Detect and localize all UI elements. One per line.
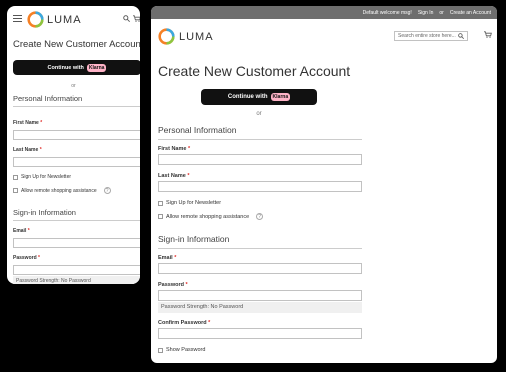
logo-text[interactable]: LUMA	[179, 31, 214, 43]
search-placeholder: Search entire store here...	[398, 33, 456, 39]
klarna-button[interactable]: Continue with Klarna	[201, 89, 317, 105]
password-field[interactable]	[158, 290, 362, 301]
confirm-password-field[interactable]	[158, 328, 362, 339]
klarna-badge: Klarna	[270, 93, 291, 101]
sign-in-link[interactable]: Sign In	[418, 10, 434, 16]
email-field[interactable]	[13, 238, 140, 248]
newsletter-checkbox-row[interactable]: Sign Up for Newsletter	[158, 200, 221, 206]
show-password-checkbox[interactable]	[158, 347, 163, 353]
klarna-button[interactable]: Continue with Klarna	[13, 60, 140, 75]
or-divider: or	[71, 83, 76, 89]
help-icon[interactable]: ?	[256, 213, 264, 220]
first-name-label: First Name *	[13, 120, 43, 126]
password-strength-meter: Password Strength: No Password	[158, 302, 362, 313]
luma-logo-icon[interactable]	[158, 28, 175, 45]
mobile-header: LUMA	[7, 6, 140, 32]
create-account-link[interactable]: Create an Account	[450, 10, 491, 16]
show-password-label: Show Password	[166, 347, 206, 353]
confirm-password-label: Confirm Password *	[158, 320, 211, 326]
newsletter-checkbox[interactable]	[158, 200, 163, 206]
or-divider: or	[256, 111, 262, 117]
email-field[interactable]	[158, 263, 362, 274]
signin-info-heading: Sign-in Information	[158, 234, 362, 249]
email-label: Email *	[158, 255, 177, 261]
remote-assist-label: Allow remote shopping assistance	[166, 213, 250, 220]
welcome-message: Default welcome msg!	[362, 9, 412, 16]
remote-assist-checkbox-row[interactable]: Allow remote shopping assistance ?	[13, 187, 111, 194]
desktop-preview: Default welcome msg! Sign In or Create a…	[151, 6, 497, 363]
remote-assist-label: Allow remote shopping assistance	[21, 187, 97, 194]
search-icon[interactable]	[123, 15, 130, 24]
luma-logo-icon[interactable]	[27, 11, 44, 28]
remote-assist-checkbox-row[interactable]: Allow remote shopping assistance ?	[158, 213, 264, 220]
personal-info-heading: Personal Information	[13, 94, 140, 107]
help-icon[interactable]: ?	[103, 187, 111, 194]
hamburger-icon[interactable]	[13, 15, 22, 22]
remote-assist-checkbox[interactable]	[13, 188, 18, 193]
klarna-button-label: Continue with	[227, 94, 268, 100]
top-bar: Default welcome msg! Sign In or Create a…	[151, 6, 497, 19]
last-name-field[interactable]	[13, 157, 140, 167]
search-icon[interactable]	[458, 33, 464, 39]
personal-info-heading: Personal Information	[158, 125, 362, 140]
newsletter-label: Sign Up for Newsletter	[166, 200, 222, 206]
signin-info-heading: Sign-in Information	[13, 208, 140, 221]
search-input[interactable]: Search entire store here...	[394, 31, 468, 41]
last-name-field[interactable]	[158, 181, 362, 192]
password-label: Password *	[13, 255, 40, 261]
email-label: Email *	[13, 228, 30, 234]
last-name-label: Last Name *	[158, 173, 190, 179]
klarna-button-label: Continue with	[47, 64, 84, 71]
newsletter-checkbox-row[interactable]: Sign Up for Newsletter	[13, 174, 71, 180]
page-title: Create New Customer Account	[158, 63, 351, 79]
last-name-label: Last Name *	[13, 147, 42, 153]
remote-assist-checkbox[interactable]	[158, 214, 163, 219]
page-title: Create New Customer Account	[13, 39, 140, 50]
cart-icon[interactable]	[484, 31, 492, 40]
password-strength-meter: Password Strength: No Password	[13, 276, 140, 284]
klarna-badge: Klarna	[86, 63, 107, 72]
cart-icon[interactable]	[133, 15, 140, 24]
topbar-or: or	[439, 9, 444, 16]
password-field[interactable]	[13, 265, 140, 275]
password-label: Password *	[158, 282, 188, 288]
newsletter-checkbox[interactable]	[13, 174, 18, 180]
first-name-label: First Name *	[158, 146, 191, 152]
logo-text[interactable]: LUMA	[47, 14, 82, 26]
first-name-field[interactable]	[158, 154, 362, 165]
newsletter-label: Sign Up for Newsletter	[21, 174, 72, 180]
first-name-field[interactable]	[13, 130, 140, 140]
show-password-checkbox-row[interactable]: Show Password	[158, 347, 205, 353]
mobile-preview: LUMA Create New Customer Account Continu…	[7, 6, 140, 284]
